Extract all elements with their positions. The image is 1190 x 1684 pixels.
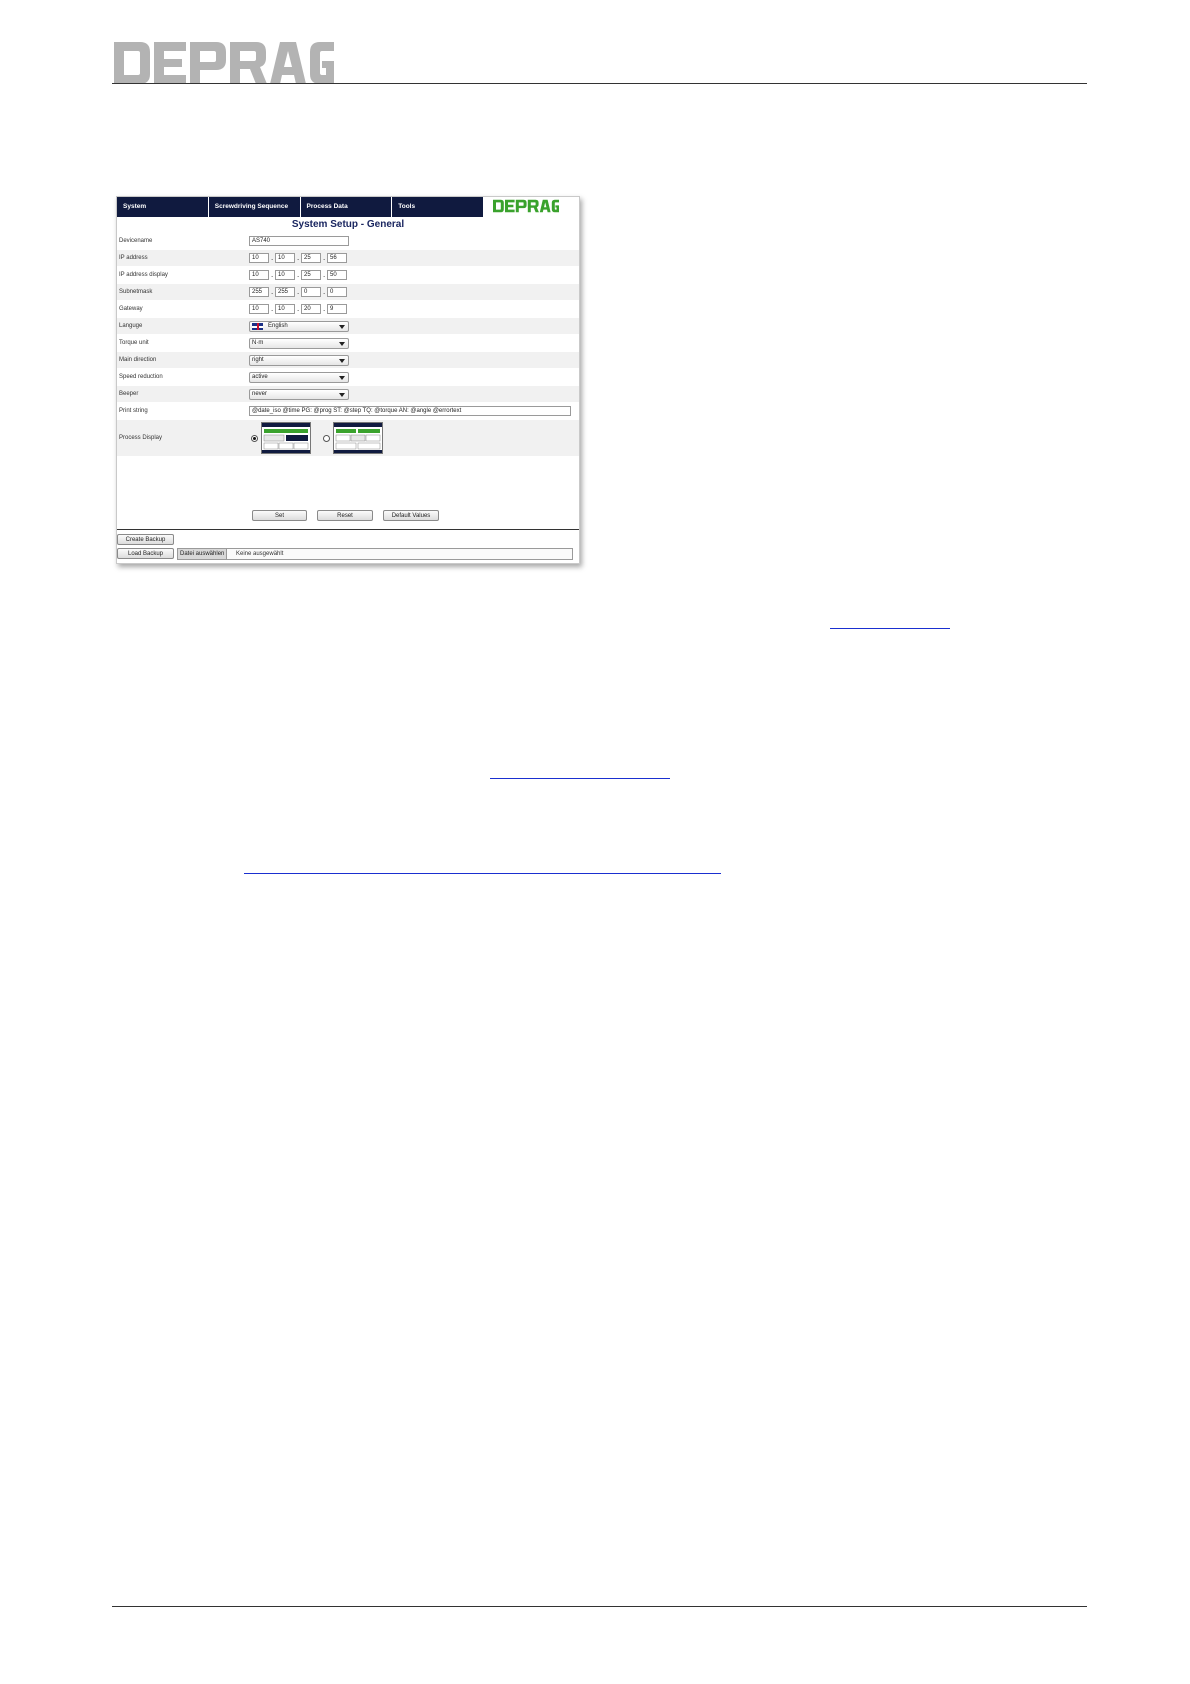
gateway-octet-1[interactable]: 10 [249, 304, 269, 314]
row-print-string: Print string @date_iso @time PG: @prog S… [117, 403, 579, 419]
ip-display-octet-1[interactable]: 10 [249, 270, 269, 280]
main-direction-value: right [252, 357, 264, 363]
octet-separator: . [297, 304, 300, 313]
set-button[interactable]: Set [252, 510, 307, 521]
subnetmask-label: Subnetmask [119, 289, 153, 295]
backup-file-input[interactable]: Datei auswählen Keine ausgewählt [177, 548, 573, 560]
process-display-preview-2[interactable] [333, 422, 383, 454]
print-string-input[interactable]: @date_iso @time PG: @prog ST: @step TQ: … [249, 406, 571, 416]
process-display-label: Process Display [119, 435, 163, 441]
subnet-octet-4[interactable]: 0 [327, 287, 347, 297]
main-nav: System Screwdriving Sequence Process Dat… [117, 197, 483, 217]
torque-unit-label: Torque unit [119, 340, 149, 346]
row-subnetmask: Subnetmask 255 . 255 . 0 . 0 [117, 284, 579, 300]
page-title: System Setup - General [291, 219, 405, 230]
subnet-octet-2[interactable]: 255 [275, 287, 295, 297]
chevron-down-icon [339, 393, 345, 397]
main-direction-label: Main direction [119, 357, 157, 363]
row-main-direction: Main direction right [117, 352, 579, 368]
file-status: Keine ausgewählt [236, 551, 284, 557]
ip-display-octet-3[interactable]: 25 [301, 270, 321, 280]
footer-rule [112, 1606, 1087, 1607]
reset-button[interactable]: Reset [317, 510, 373, 521]
chevron-down-icon [339, 359, 345, 363]
ip-octet-2[interactable]: 10 [275, 253, 295, 263]
torque-unit-select[interactable]: N·m [249, 338, 349, 349]
language-label: Languge [119, 323, 143, 329]
deprag-logo-small [493, 199, 573, 215]
hyperlink-underline[interactable] [830, 628, 950, 629]
process-display-option-1-radio[interactable] [251, 435, 258, 442]
row-speed-reduction: Speed reduction active [117, 369, 579, 385]
subnet-octet-3[interactable]: 0 [301, 287, 321, 297]
ip-octet-3[interactable]: 25 [301, 253, 321, 263]
language-value: English [268, 323, 288, 329]
hyperlink-underline[interactable] [490, 778, 670, 779]
octet-separator: . [323, 253, 326, 262]
row-language: Languge English [117, 318, 579, 334]
header-rule [112, 83, 1087, 84]
octet-separator: . [271, 304, 274, 313]
section-divider [117, 529, 579, 530]
octet-separator: . [271, 270, 274, 279]
create-backup-button[interactable]: Create Backup [117, 534, 174, 545]
gateway-octet-4[interactable]: 9 [327, 304, 347, 314]
ip-address-label: IP address [119, 255, 148, 261]
octet-separator: . [297, 253, 300, 262]
system-setup-screenshot: System Screwdriving Sequence Process Dat… [116, 196, 580, 564]
row-process-display: Process Display [117, 420, 579, 456]
gateway-label: Gateway [119, 306, 143, 312]
speed-reduction-label: Speed reduction [119, 374, 163, 380]
beeper-label: Beeper [119, 391, 139, 397]
octet-separator: . [297, 270, 300, 279]
gateway-octet-3[interactable]: 20 [301, 304, 321, 314]
torque-unit-value: N·m [252, 340, 264, 346]
chevron-down-icon [339, 376, 345, 380]
beeper-select[interactable]: never [249, 389, 349, 400]
devicename-input[interactable]: AS740 [249, 236, 349, 246]
row-ip-display: IP address display 10 . 10 . 25 . 50 [117, 267, 579, 283]
deprag-logo [114, 42, 334, 84]
nav-tools[interactable]: Tools [392, 197, 483, 217]
devicename-label: Devicename [119, 238, 153, 244]
ip-octet-4[interactable]: 56 [327, 253, 347, 263]
uk-flag-icon [252, 323, 263, 330]
octet-separator: . [323, 270, 326, 279]
chevron-down-icon [339, 342, 345, 346]
octet-separator: . [271, 253, 274, 262]
nav-screwdriving-sequence[interactable]: Screwdriving Sequence [209, 197, 301, 217]
ip-display-octet-4[interactable]: 50 [327, 270, 347, 280]
row-beeper: Beeper never [117, 386, 579, 402]
speed-reduction-value: active [252, 374, 268, 380]
octet-separator: . [271, 287, 274, 296]
speed-reduction-select[interactable]: active [249, 372, 349, 383]
main-direction-select[interactable]: right [249, 355, 349, 366]
nav-system[interactable]: System [117, 197, 209, 217]
row-devicename: Devicename AS740 [117, 233, 579, 249]
hyperlink-underline[interactable] [244, 873, 721, 874]
row-gateway: Gateway 10 . 10 . 20 . 9 [117, 301, 579, 317]
language-select[interactable]: English [249, 321, 349, 332]
default-values-button[interactable]: Default Values [383, 510, 439, 521]
gateway-octet-2[interactable]: 10 [275, 304, 295, 314]
load-backup-button[interactable]: Load Backup [117, 548, 174, 559]
ip-display-label: IP address display [119, 272, 168, 278]
octet-separator: . [297, 287, 300, 296]
subnet-octet-1[interactable]: 255 [249, 287, 269, 297]
process-display-option-2-radio[interactable] [323, 435, 330, 442]
row-ip-address: IP address 10 . 10 . 25 . 56 [117, 250, 579, 266]
process-display-preview-1[interactable] [261, 422, 311, 454]
ip-display-octet-2[interactable]: 10 [275, 270, 295, 280]
beeper-value: never [252, 391, 268, 397]
octet-separator: . [323, 287, 326, 296]
choose-file-button[interactable]: Datei auswählen [178, 549, 228, 559]
row-torque-unit: Torque unit N·m [117, 335, 579, 351]
nav-process-data[interactable]: Process Data [301, 197, 393, 217]
chevron-down-icon [339, 325, 345, 329]
octet-separator: . [323, 304, 326, 313]
print-string-label: Print string [119, 408, 148, 414]
ip-octet-1[interactable]: 10 [249, 253, 269, 263]
